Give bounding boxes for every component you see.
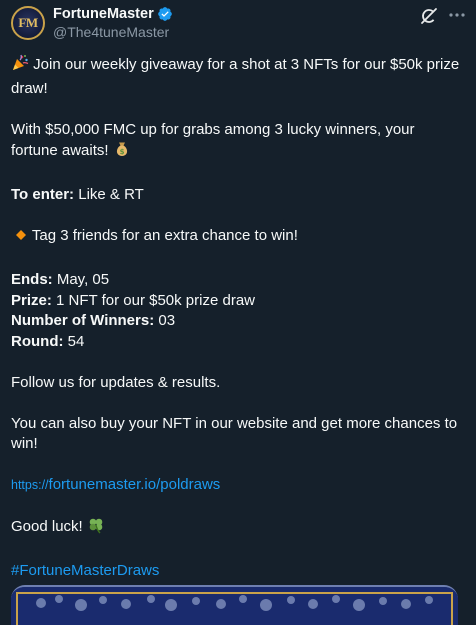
more-options-icon[interactable] (446, 4, 468, 26)
grok-icon[interactable] (419, 6, 439, 26)
author-info: FortuneMaster @The4tuneMaster (53, 5, 173, 41)
website-link-line: https://fortunemaster.io/poldraws (11, 475, 461, 496)
tweet-media-image[interactable] (11, 585, 458, 625)
display-name[interactable]: FortuneMaster (53, 5, 154, 23)
winners-line: Number of Winners: 03 (11, 312, 176, 329)
ends-line: Ends: May, 05 (11, 271, 110, 288)
verified-badge-icon[interactable] (157, 6, 173, 22)
prize-pool-paragraph: With $50,000 FMC up for grabs among 3 lu… (11, 120, 461, 165)
round-line: Round: 54 (11, 332, 85, 350)
follow-line: Follow us for updates & results. (11, 373, 221, 391)
tag-friends-line: Tag 3 friends for an extra chance to win… (11, 226, 461, 250)
tweet-text: Join our weekly giveaway for a shot at 3… (11, 54, 461, 582)
avatar[interactable]: FM (11, 6, 45, 40)
hashtag-link[interactable]: #FortuneMasterDraws (11, 562, 159, 579)
buy-nft-line: You can also buy your NFT in our website… (11, 414, 458, 453)
tweet: FM FortuneMaster @The4tuneMaster Join ou… (0, 0, 476, 625)
money-bag-emoji: $ (113, 140, 131, 165)
good-luck-line: Good luck! (11, 516, 461, 541)
four-leaf-clover-emoji (87, 516, 105, 541)
prize-line: Prize: 1 NFT for our $50k prize draw (11, 291, 255, 309)
hashtag-line: #FortuneMasterDraws (11, 561, 461, 582)
orange-diamond-emoji (14, 227, 28, 250)
name-row: FortuneMaster (53, 5, 173, 23)
tweet-header: FM FortuneMaster @The4tuneMaster (11, 5, 173, 41)
svg-text:$: $ (119, 148, 124, 156)
to-enter-line: To enter: Like & RT (11, 186, 144, 203)
intro-paragraph: Join our weekly giveaway for a shot at 3… (11, 54, 460, 97)
website-link[interactable]: https://fortunemaster.io/poldraws (11, 476, 220, 493)
handle[interactable]: @The4tuneMaster (53, 23, 173, 41)
party-popper-emoji (11, 54, 29, 79)
